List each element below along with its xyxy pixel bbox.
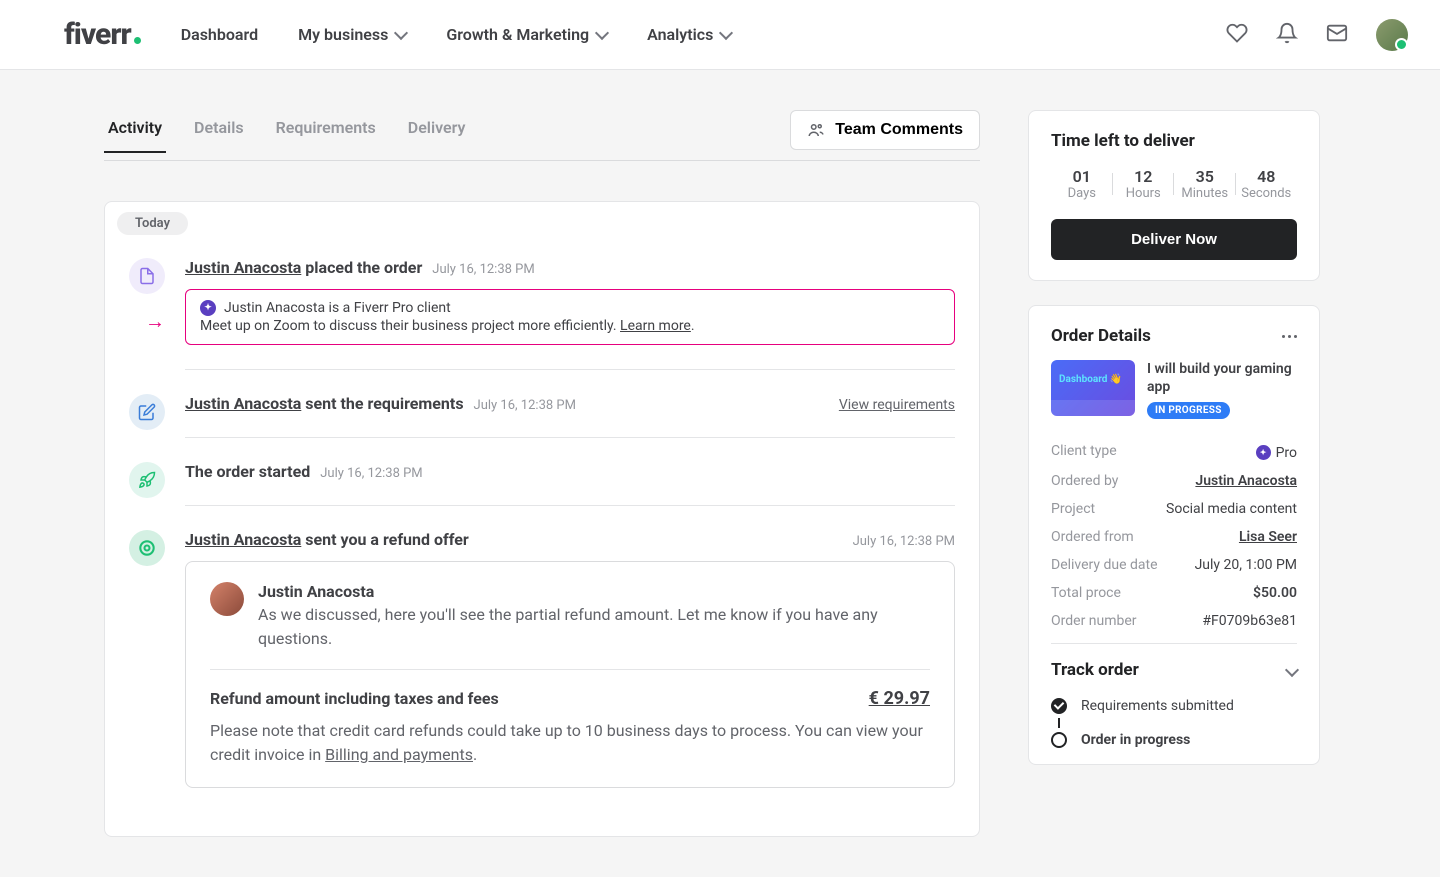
chevron-down-icon — [595, 25, 609, 39]
order-detail-rows: Client type✦Pro Ordered byJustin Anacost… — [1051, 437, 1297, 635]
refund-message: As we discussed, here you'll see the par… — [258, 603, 930, 651]
gig-thumbnail — [1051, 360, 1135, 416]
arrow-right-icon: → — [145, 309, 165, 334]
file-icon — [129, 258, 165, 294]
nav-dashboard[interactable]: Dashboard — [181, 25, 258, 44]
nav-my-business[interactable]: My business — [298, 25, 406, 44]
track-order-toggle[interactable]: Track order — [1051, 643, 1297, 680]
team-icon — [807, 121, 825, 139]
activity-title: The order started — [185, 462, 310, 481]
tab-activity[interactable]: Activity — [104, 118, 166, 153]
order-details-card: Order Details I will build your gaming a… — [1028, 305, 1320, 765]
view-requirements-link[interactable]: View requirements — [839, 397, 955, 413]
refund-note: Please note that credit card refunds cou… — [210, 719, 930, 767]
chevron-down-icon — [394, 25, 408, 39]
ordered-from-link[interactable]: Lisa Seer — [1239, 529, 1297, 545]
chevron-down-icon — [1285, 663, 1299, 677]
learn-more-link[interactable]: Learn more — [620, 318, 691, 334]
tabs-row: Activity Details Requirements Delivery T… — [104, 110, 980, 161]
topbar: fiverr Dashboard My business Growth & Ma… — [0, 0, 1440, 70]
track-order-steps: Requirements submitted Order in progress — [1051, 694, 1297, 752]
gig-title: I will build your gaming app — [1147, 360, 1297, 396]
chevron-down-icon — [719, 25, 733, 39]
activity-timestamp: July 16, 12:38 PM — [320, 466, 422, 481]
billing-payments-link[interactable]: Billing and payments — [325, 745, 473, 764]
tabs: Activity Details Requirements Delivery — [104, 118, 469, 152]
pencil-icon — [129, 394, 165, 430]
activity-timestamp: July 16, 12:38 PM — [853, 534, 955, 549]
user-avatar[interactable] — [1376, 19, 1408, 51]
favorites-icon[interactable] — [1226, 22, 1248, 48]
activity-title: Justin Anacosta sent you a refund offer — [185, 530, 469, 549]
left-nav: fiverr Dashboard My business Growth & Ma… — [64, 17, 731, 52]
nav-analytics[interactable]: Analytics — [647, 25, 731, 44]
notifications-icon[interactable] — [1276, 22, 1298, 48]
nav-growth-marketing[interactable]: Growth & Marketing — [446, 25, 607, 44]
activity-timestamp: July 16, 12:38 PM — [432, 262, 534, 277]
refund-amount-value[interactable]: € 29.97 — [869, 688, 930, 709]
side-column: Time left to deliver 01Days 12Hours 35Mi… — [1028, 110, 1320, 789]
order-status-badge: IN PROGRESS — [1147, 402, 1230, 419]
activity-item-placed: Justin Anacosta placed the order July 16… — [129, 258, 955, 394]
countdown-timer: 01Days 12Hours 35Minutes 48Seconds — [1051, 167, 1297, 201]
fiverr-logo[interactable]: fiverr — [64, 17, 141, 52]
refund-offer-card: Justin Anacosta As we discussed, here yo… — [185, 561, 955, 788]
sender-name: Justin Anacosta — [258, 582, 930, 601]
step-done-icon — [1051, 698, 1067, 714]
gig-summary: I will build your gaming app IN PROGRESS — [1051, 360, 1297, 419]
activity-title: Justin Anacosta sent the requirements — [185, 394, 464, 413]
countdown-heading: Time left to deliver — [1051, 131, 1297, 151]
activity-item-refund: Justin Anacosta sent you a refund offer … — [129, 530, 955, 812]
more-menu-icon[interactable] — [1282, 335, 1297, 338]
pro-banner-wrapper: → ✦Justin Anacosta is a Fiverr Pro clien… — [185, 289, 955, 345]
today-chip: Today — [117, 212, 188, 235]
ordered-by-link[interactable]: Justin Anacosta — [1195, 473, 1297, 489]
activity-item-started: The order started July 16, 12:38 PM — [129, 462, 955, 530]
right-nav — [1226, 19, 1408, 51]
tab-delivery[interactable]: Delivery — [404, 118, 470, 153]
order-details-heading: Order Details — [1051, 326, 1151, 346]
team-comments-button[interactable]: Team Comments — [790, 110, 980, 150]
page-body: Activity Details Requirements Delivery T… — [0, 70, 1440, 877]
activity-card: Today Justin Anacosta placed the order J… — [104, 201, 980, 837]
pro-badge-icon: ✦ — [1256, 445, 1271, 460]
step-pending-icon — [1051, 732, 1067, 748]
pro-client-banner: ✦Justin Anacosta is a Fiverr Pro client … — [185, 289, 955, 345]
tab-requirements[interactable]: Requirements — [272, 118, 380, 153]
activity-title: Justin Anacosta placed the order — [185, 258, 422, 277]
main-column: Activity Details Requirements Delivery T… — [104, 110, 980, 837]
pro-badge-icon: ✦ — [200, 300, 216, 316]
activity-item-requirements: Justin Anacosta sent the requirements Ju… — [129, 394, 955, 462]
rocket-icon — [129, 462, 165, 498]
sender-avatar — [210, 582, 244, 616]
refund-amount-label: Refund amount including taxes and fees — [210, 689, 499, 708]
activity-timestamp: July 16, 12:38 PM — [474, 398, 576, 413]
messages-icon[interactable] — [1326, 22, 1348, 48]
tab-details[interactable]: Details — [190, 118, 248, 153]
countdown-card: Time left to deliver 01Days 12Hours 35Mi… — [1028, 110, 1320, 281]
refund-icon — [129, 530, 165, 566]
deliver-now-button[interactable]: Deliver Now — [1051, 219, 1297, 260]
